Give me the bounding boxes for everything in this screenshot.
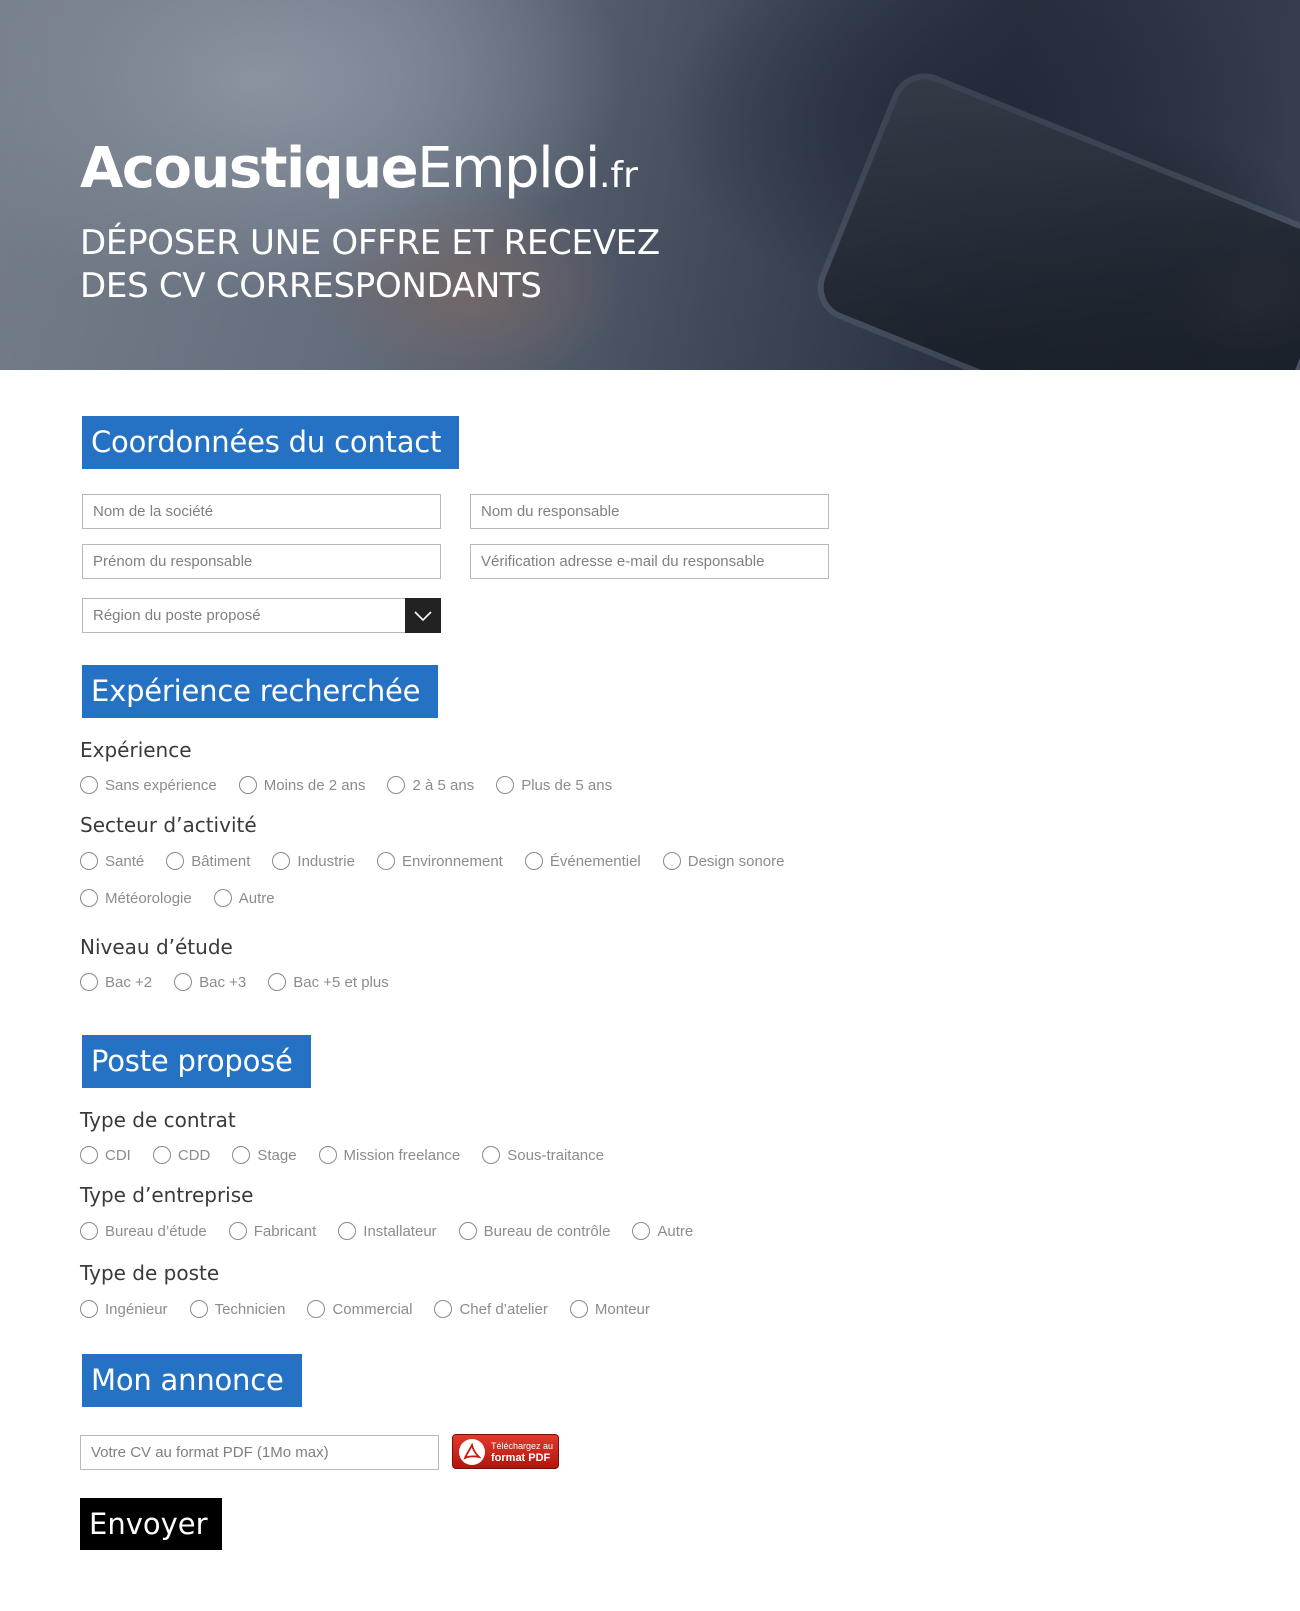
radio-circle[interactable] [152, 1146, 171, 1164]
education-label: Niveau d’étude [80, 935, 233, 959]
radio-education-bac5[interactable]: Bac +5 et plus [268, 973, 389, 991]
tagline-line-2: DES CV CORRESPONDANTS [80, 266, 542, 306]
radio-circle[interactable] [80, 1222, 98, 1240]
radio-circle[interactable] [213, 889, 232, 907]
radio-company-inspection[interactable]: Bureau de contrôle [458, 1222, 610, 1240]
radio-circle[interactable] [434, 1300, 453, 1318]
radio-sector-other[interactable]: Autre [213, 889, 275, 907]
radio-circle[interactable] [228, 1222, 247, 1240]
site-logo[interactable]: AcoustiqueEmploi.fr [80, 136, 638, 201]
logo-tld: .fr [598, 155, 638, 196]
radio-sector-sound-design[interactable]: Design sonore [662, 852, 784, 870]
cv-file-input[interactable] [80, 1435, 439, 1470]
radio-contract-internship[interactable]: Stage [232, 1146, 297, 1164]
section-title-experience: Expérience recherchée [82, 665, 439, 718]
radio-circle[interactable] [268, 973, 287, 991]
radio-sector-industry[interactable]: Industrie [272, 852, 355, 870]
company-type-radio-group: Bureau d’étude Fabricant Installateur Bu… [80, 1222, 715, 1240]
radio-company-design-office[interactable]: Bureau d’étude [80, 1222, 207, 1240]
company-type-label: Type d’entreprise [80, 1183, 254, 1207]
section-title-contact: Coordonnées du contact [82, 416, 460, 469]
radio-sector-environment[interactable]: Environnement [376, 852, 503, 870]
radio-experience-none[interactable]: Sans expérience [80, 776, 217, 794]
radio-education-bac2[interactable]: Bac +2 [80, 973, 152, 991]
radio-job-sales[interactable]: Commercial [307, 1300, 412, 1318]
radio-circle[interactable] [662, 852, 681, 870]
radio-education-bac3[interactable]: Bac +3 [174, 973, 246, 991]
radio-company-installer[interactable]: Installateur [338, 1222, 437, 1240]
radio-company-other[interactable]: Autre [632, 1222, 693, 1240]
experience-radio-group: Sans expérience Moins de 2 ans 2 à 5 ans… [80, 776, 634, 794]
sector-radio-group-row1: Santé Bâtiment Industrie Environnement É… [80, 852, 806, 870]
radio-circle[interactable] [387, 776, 406, 794]
radio-sector-health[interactable]: Santé [80, 852, 144, 870]
radio-sector-building[interactable]: Bâtiment [166, 852, 250, 870]
pdf-button-line1: Téléchargez au [491, 1440, 554, 1451]
job-type-label: Type de poste [80, 1261, 220, 1285]
radio-circle[interactable] [632, 1222, 651, 1240]
radio-job-engineer[interactable]: Ingénieur [80, 1300, 168, 1318]
contract-type-label: Type de contrat [80, 1108, 236, 1132]
submit-button[interactable]: Envoyer [80, 1498, 222, 1550]
radio-circle[interactable] [166, 852, 185, 870]
radio-sector-meteorology[interactable]: Météorologie [80, 889, 192, 907]
radio-circle[interactable] [80, 1300, 98, 1318]
radio-contract-freelance[interactable]: Mission freelance [318, 1146, 460, 1164]
radio-experience-more-5[interactable]: Plus de 5 ans [496, 776, 612, 794]
radio-experience-less-2[interactable]: Moins de 2 ans [238, 776, 365, 794]
manager-firstname-input[interactable] [82, 544, 441, 579]
radio-circle[interactable] [232, 1146, 251, 1164]
radio-sector-events[interactable]: Événementiel [524, 852, 641, 870]
region-select[interactable]: Région du poste proposé [82, 598, 441, 633]
radio-circle[interactable] [458, 1222, 477, 1240]
radio-circle[interactable] [338, 1222, 357, 1240]
radio-contract-cdi[interactable]: CDI [80, 1146, 131, 1164]
email-verification-input[interactable] [470, 544, 829, 579]
radio-job-workshop-chief[interactable]: Chef d’atelier [434, 1300, 548, 1318]
region-select-label: Région du poste proposé [93, 607, 261, 624]
contract-radio-group: CDI CDD Stage Mission freelance Sous-tra… [80, 1146, 626, 1164]
radio-circle[interactable] [238, 776, 257, 794]
radio-circle[interactable] [189, 1300, 208, 1318]
radio-circle[interactable] [80, 776, 98, 794]
chevron-down-icon[interactable] [405, 598, 441, 633]
radio-circle[interactable] [569, 1300, 588, 1318]
radio-circle[interactable] [80, 1146, 98, 1164]
pdf-button-line2: format PDF [491, 1451, 551, 1464]
section-title-position: Poste proposé [82, 1035, 311, 1088]
logo-bold: Acoustique [80, 136, 419, 201]
pdf-icon [459, 1438, 485, 1465]
pdf-upload-button[interactable]: Téléchargez au format PDF [452, 1434, 559, 1469]
radio-circle[interactable] [496, 776, 515, 794]
radio-contract-subcontract[interactable]: Sous-traitance [482, 1146, 604, 1164]
logo-normal: Emploi [417, 136, 600, 201]
radio-circle[interactable] [80, 973, 98, 991]
radio-circle[interactable] [482, 1146, 501, 1164]
radio-circle[interactable] [80, 889, 98, 907]
radio-circle[interactable] [318, 1146, 337, 1164]
radio-circle[interactable] [272, 852, 291, 870]
radio-circle[interactable] [174, 973, 193, 991]
sector-radio-group-row2: Météorologie Autre [80, 889, 297, 907]
hero-banner: AcoustiqueEmploi.fr DÉPOSER UNE OFFRE ET… [0, 0, 1300, 370]
section-title-announcement: Mon annonce [82, 1354, 302, 1407]
sector-label: Secteur d’activité [80, 813, 257, 837]
job-type-radio-group: Ingénieur Technicien Commercial Chef d’a… [80, 1300, 672, 1318]
radio-circle[interactable] [80, 852, 98, 870]
radio-circle[interactable] [524, 852, 543, 870]
manager-name-input[interactable] [470, 494, 829, 529]
radio-circle[interactable] [307, 1300, 326, 1318]
radio-company-manufacturer[interactable]: Fabricant [228, 1222, 316, 1240]
education-radio-group: Bac +2 Bac +3 Bac +5 et plus [80, 973, 411, 991]
radio-circle[interactable] [376, 852, 395, 870]
radio-experience-2-5[interactable]: 2 à 5 ans [387, 776, 474, 794]
radio-job-fitter[interactable]: Monteur [569, 1300, 650, 1318]
hero-tagline: DÉPOSER UNE OFFRE ET RECEVEZ DES CV CORR… [80, 222, 660, 308]
experience-label: Expérience [80, 738, 192, 762]
radio-job-technician[interactable]: Technicien [189, 1300, 285, 1318]
tagline-line-1: DÉPOSER UNE OFFRE ET RECEVEZ [80, 223, 660, 263]
radio-contract-cdd[interactable]: CDD [152, 1146, 210, 1164]
company-name-input[interactable] [82, 494, 441, 529]
